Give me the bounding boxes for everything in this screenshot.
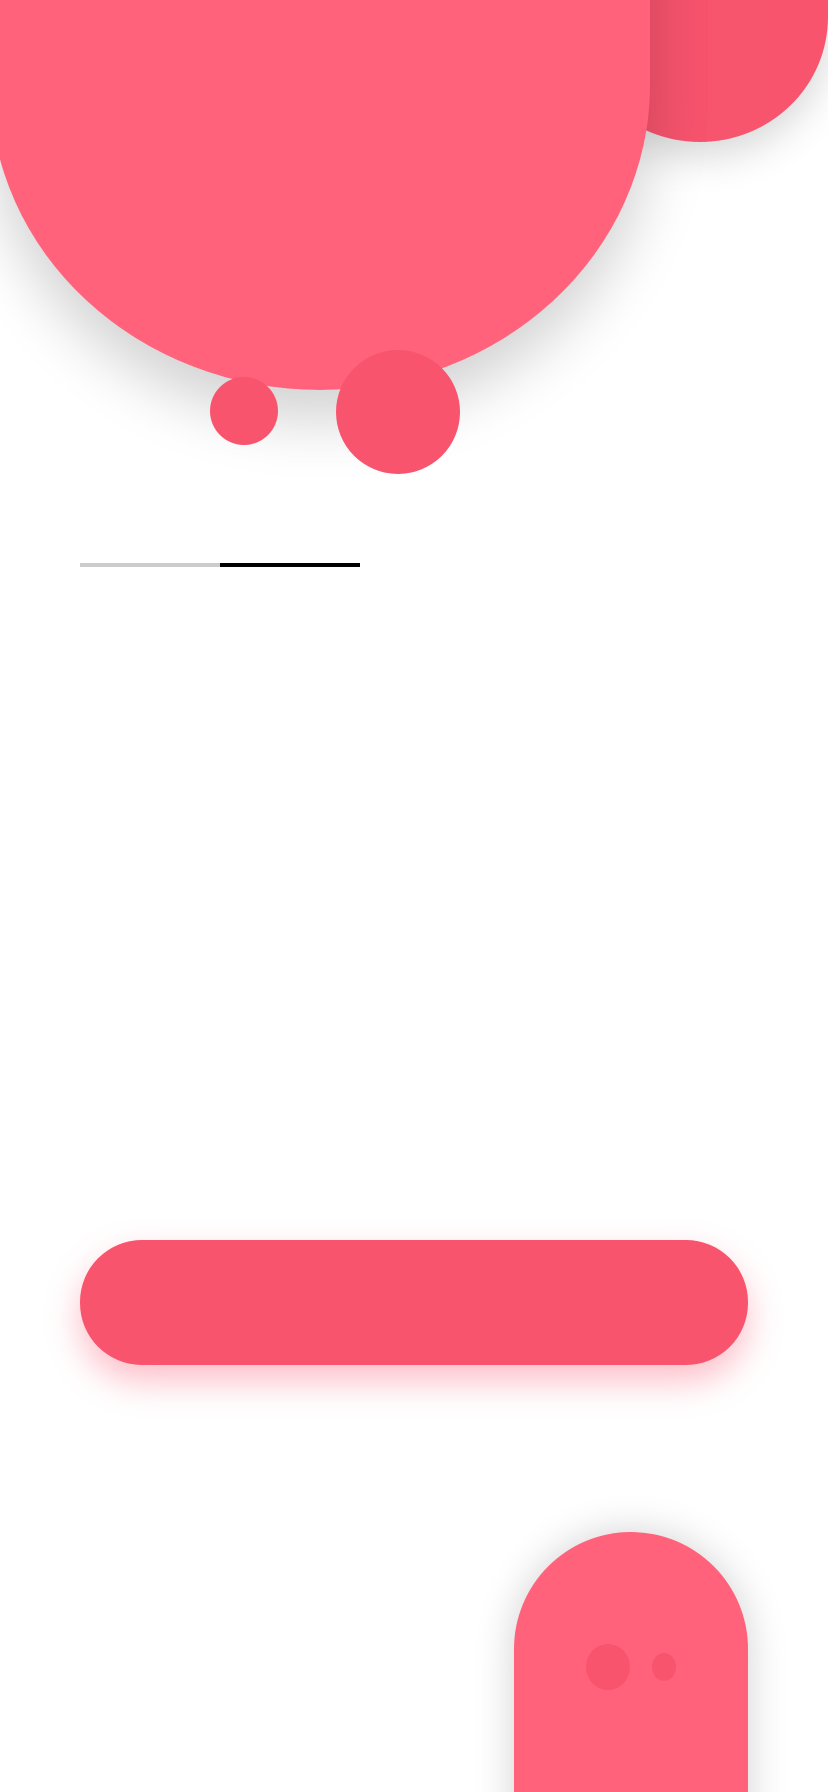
blob-eye-large-icon [336,350,460,474]
onboarding-screen [0,0,828,1792]
primary-action-button[interactable] [80,1240,748,1365]
blob-eye-small-icon [210,377,278,445]
mascot-eye-left-icon [586,1644,630,1690]
mascot-character [514,1532,748,1792]
decorative-blob-character [0,0,650,390]
page-indicator [80,563,360,567]
page-indicator-segment-1 [80,563,220,567]
mascot-eye-right-icon [652,1653,676,1681]
page-indicator-segment-2-active [220,563,360,567]
